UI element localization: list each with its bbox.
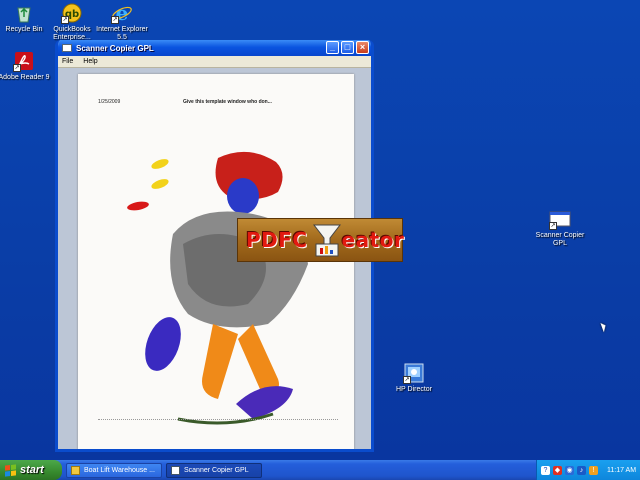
shortcut-arrow-icon: ↗ bbox=[61, 16, 69, 24]
close-button[interactable]: × bbox=[356, 41, 369, 54]
task-label: Boat Lift Warehouse ... bbox=[84, 466, 155, 474]
taskbar: start Boat Lift Warehouse ... Scanner Co… bbox=[0, 460, 640, 480]
start-button[interactable]: start bbox=[0, 460, 62, 480]
shortcut-arrow-icon: ↗ bbox=[13, 64, 21, 72]
folder-icon bbox=[71, 465, 80, 475]
pdfcreator-splash: PDFC eator bbox=[237, 218, 405, 262]
app-icon bbox=[62, 44, 72, 52]
desktop-icon-scanner-copier[interactable]: ↗ Scanner Copier GPL bbox=[532, 208, 588, 248]
splash-text-left: PDFC bbox=[246, 228, 308, 252]
clock[interactable]: 11:17 AM bbox=[607, 467, 636, 474]
desktop-icon-adobe-reader[interactable]: ↗ Adobe Reader 9 bbox=[0, 50, 52, 82]
menu-bar: File Help bbox=[58, 56, 371, 68]
menu-file[interactable]: File bbox=[62, 58, 73, 65]
help-icon[interactable]: ? bbox=[541, 465, 550, 475]
splash-text-right: eator bbox=[341, 228, 405, 252]
scanner-copier-icon: ↗ bbox=[549, 208, 571, 230]
update-icon[interactable]: ! bbox=[589, 465, 598, 475]
hp-director-icon: ↗ bbox=[403, 362, 425, 384]
taskbar-button-boat-lift[interactable]: Boat Lift Warehouse ... bbox=[66, 462, 162, 478]
page-footer-line bbox=[98, 419, 338, 420]
mouse-cursor-icon bbox=[600, 321, 608, 333]
minimize-button[interactable]: _ bbox=[326, 41, 339, 54]
window-titlebar[interactable]: Scanner Copier GPL _ □ × bbox=[58, 40, 371, 56]
desktop: Recycle Bin qb ↗ QuickBooks Enterprise..… bbox=[0, 0, 640, 460]
taskbar-button-scanner-copier[interactable]: Scanner Copier GPL bbox=[166, 462, 262, 478]
desktop-icon-hp-director[interactable]: ↗ HP Director bbox=[386, 362, 442, 394]
desktop-icon-quickbooks[interactable]: qb ↗ QuickBooks Enterprise... bbox=[44, 2, 100, 42]
quickbooks-icon: qb ↗ bbox=[61, 2, 83, 24]
desktop-icon-label: HP Director bbox=[395, 386, 433, 393]
network-icon[interactable]: ◉ bbox=[565, 465, 574, 475]
internet-explorer-icon: e ↗ bbox=[111, 1, 133, 25]
maximize-button[interactable]: □ bbox=[341, 41, 354, 54]
shield-icon[interactable]: ◆ bbox=[553, 465, 562, 475]
shortcut-arrow-icon: ↗ bbox=[403, 376, 411, 384]
system-tray: ? ◆ ◉ ♪ ! 11:17 AM bbox=[536, 460, 640, 480]
adobe-reader-icon: ↗ bbox=[13, 50, 35, 72]
scanned-drawing bbox=[127, 151, 308, 425]
start-label: start bbox=[20, 464, 44, 476]
windows-logo-icon bbox=[5, 463, 16, 477]
window-title: Scanner Copier GPL bbox=[76, 43, 154, 53]
task-label: Scanner Copier GPL bbox=[184, 466, 249, 474]
speaker-icon[interactable]: ♪ bbox=[577, 465, 586, 475]
desktop-icon-internet-explorer[interactable]: e ↗ Internet Explorer 5.5 bbox=[94, 1, 150, 42]
scanner-app-icon bbox=[171, 465, 180, 475]
desktop-icon-label: Adobe Reader 9 bbox=[0, 74, 50, 81]
recycle-bin-icon bbox=[13, 2, 35, 24]
desktop-icon-label: Scanner Copier GPL bbox=[535, 232, 585, 247]
menu-help[interactable]: Help bbox=[83, 58, 97, 65]
shortcut-arrow-icon: ↗ bbox=[549, 222, 557, 230]
scanned-page: 1/25/2009 Give this template window who … bbox=[78, 74, 354, 449]
shortcut-arrow-icon: ↗ bbox=[111, 16, 119, 24]
pdfcreator-funnel-icon bbox=[312, 224, 342, 257]
